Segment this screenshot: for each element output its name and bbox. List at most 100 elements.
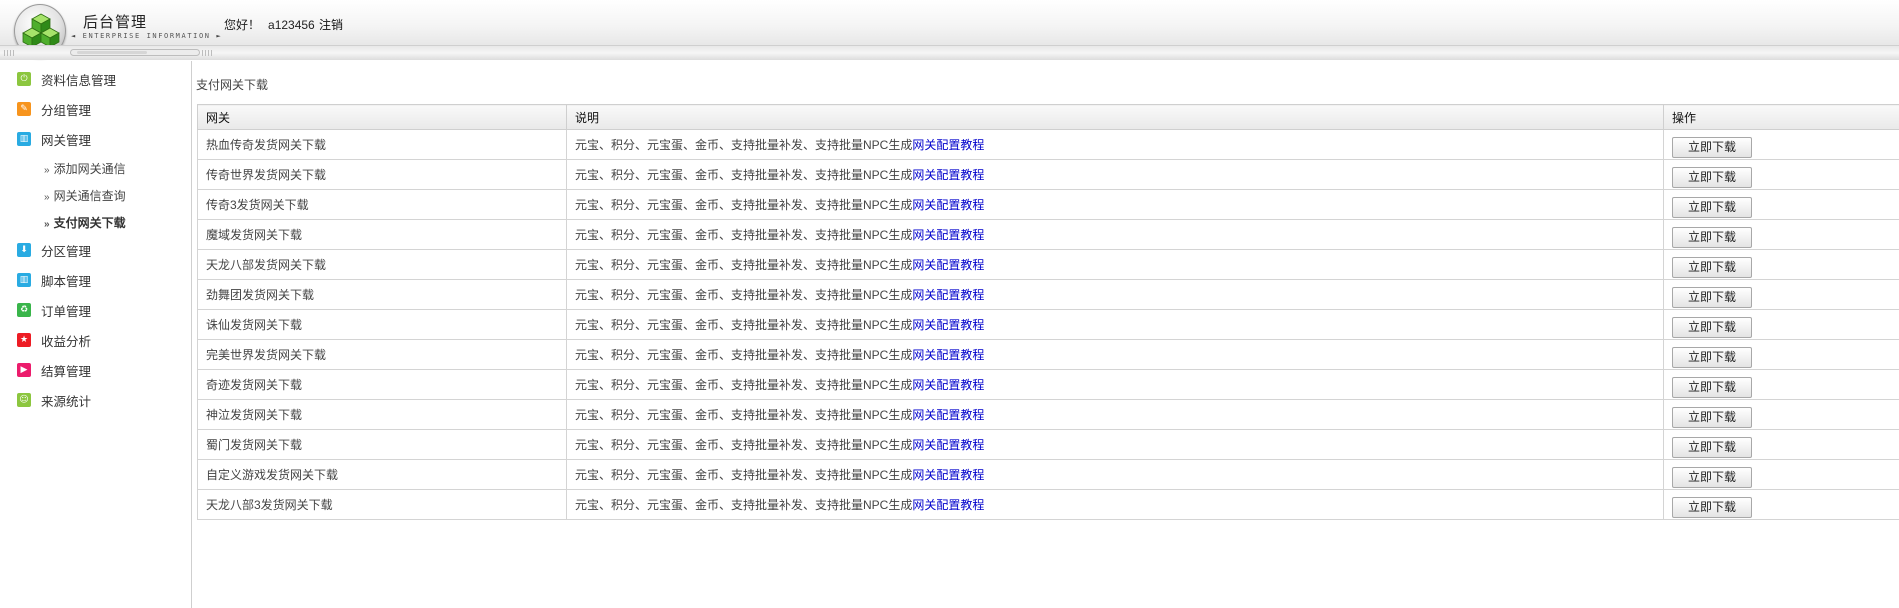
- description-cell: 元宝、积分、元宝蛋、金币、支持批量补发、支持批量NPC生成网关配置教程: [566, 219, 1664, 250]
- tutorial-link[interactable]: 网关配置教程: [912, 498, 984, 512]
- brand-subtitle-text: ENTERPRISE INFORMATION: [82, 32, 211, 40]
- username: a123456: [268, 18, 315, 32]
- sidebar-item-zones[interactable]: ⬇ 分区管理: [17, 241, 91, 259]
- table-row: 传奇世界发货网关下载 元宝、积分、元宝蛋、金币、支持批量补发、支持批量NPC生成网…: [197, 159, 1899, 190]
- gateway-name-cell: 天龙八部3发货网关下载: [197, 489, 567, 520]
- tutorial-link[interactable]: 网关配置教程: [912, 198, 984, 212]
- download-button[interactable]: 立即下载: [1672, 436, 1752, 458]
- smiley-icon: ☺: [17, 393, 31, 407]
- table-row: 劲舞团发货网关下载 元宝、积分、元宝蛋、金币、支持批量补发、支持批量NPC生成网关…: [197, 279, 1899, 310]
- tutorial-link[interactable]: 网关配置教程: [912, 318, 984, 332]
- left-triangle-icon: ◄: [71, 32, 77, 40]
- download-button[interactable]: 立即下载: [1672, 286, 1752, 308]
- sidebar-subitem-add-gateway[interactable]: » 添加网关通信: [44, 160, 126, 176]
- subitem-label: 添加网关通信: [53, 162, 126, 176]
- download-button[interactable]: 立即下载: [1672, 346, 1752, 368]
- tutorial-link[interactable]: 网关配置教程: [912, 408, 984, 422]
- table-row: 奇迹发货网关下载 元宝、积分、元宝蛋、金币、支持批量补发、支持批量NPC生成网关配…: [197, 369, 1899, 400]
- download-button[interactable]: 立即下载: [1672, 466, 1752, 488]
- sidebar-item-scripts[interactable]: ▥ 脚本管理: [17, 271, 91, 289]
- download-button[interactable]: 立即下载: [1672, 136, 1752, 158]
- action-cell: 立即下载: [1663, 189, 1899, 220]
- gateway-name-cell: 劲舞团发货网关下载: [197, 279, 567, 310]
- action-cell: 立即下载: [1663, 219, 1899, 250]
- gateway-name-cell: 天龙八部发货网关下载: [197, 249, 567, 280]
- description-cell: 元宝、积分、元宝蛋、金币、支持批量补发、支持批量NPC生成网关配置教程: [566, 279, 1664, 310]
- greeting: 您好！ a123456: [224, 16, 323, 33]
- table-row: 诛仙发货网关下载 元宝、积分、元宝蛋、金币、支持批量补发、支持批量NPC生成网关配…: [197, 309, 1899, 340]
- grid-icon: ▥: [17, 132, 31, 146]
- gateway-name-cell: 热血传奇发货网关下载: [197, 129, 567, 160]
- gateway-name-cell: 神泣发货网关下载: [197, 399, 567, 430]
- tutorial-link[interactable]: 网关配置教程: [912, 168, 984, 182]
- table-body: 热血传奇发货网关下载 元宝、积分、元宝蛋、金币、支持批量补发、支持批量NPC生成网…: [197, 129, 1899, 520]
- play-icon: ▶: [17, 363, 31, 377]
- action-cell: 立即下载: [1663, 339, 1899, 370]
- action-cell: 立即下载: [1663, 309, 1899, 340]
- download-button[interactable]: 立即下载: [1672, 376, 1752, 398]
- description-text: 元宝、积分、元宝蛋、金币、支持批量补发、支持批量NPC生成: [575, 198, 913, 212]
- download-button[interactable]: 立即下载: [1672, 316, 1752, 338]
- gateway-name-cell: 完美世界发货网关下载: [197, 339, 567, 370]
- table-row: 魔域发货网关下载 元宝、积分、元宝蛋、金币、支持批量补发、支持批量NPC生成网关配…: [197, 219, 1899, 250]
- table-row: 完美世界发货网关下载 元宝、积分、元宝蛋、金币、支持批量补发、支持批量NPC生成网…: [197, 339, 1899, 370]
- sidebar-item-profile[interactable]: ⏻ 资料信息管理: [17, 70, 116, 88]
- sidebar-subitem-query-gateway[interactable]: » 网关通信查询: [44, 187, 126, 203]
- double-chevron-icon: »: [44, 165, 50, 176]
- action-cell: 立即下载: [1663, 399, 1899, 430]
- sidebar-item-revenue[interactable]: ★ 收益分析: [17, 331, 91, 349]
- download-button[interactable]: 立即下载: [1672, 226, 1752, 248]
- sidebar-item-groups[interactable]: ✎ 分组管理: [17, 100, 91, 118]
- description-cell: 元宝、积分、元宝蛋、金币、支持批量补发、支持批量NPC生成网关配置教程: [566, 429, 1664, 460]
- description-text: 元宝、积分、元宝蛋、金币、支持批量补发、支持批量NPC生成: [575, 318, 913, 332]
- action-cell: 立即下载: [1663, 429, 1899, 460]
- sidebar-item-orders[interactable]: ♻ 订单管理: [17, 301, 91, 319]
- action-cell: 立即下载: [1663, 459, 1899, 490]
- description-cell: 元宝、积分、元宝蛋、金币、支持批量补发、支持批量NPC生成网关配置教程: [566, 189, 1664, 220]
- greeting-text: 您好！: [224, 18, 261, 32]
- brand-title: 后台管理: [83, 13, 148, 31]
- table-row: 天龙八部发货网关下载 元宝、积分、元宝蛋、金币、支持批量补发、支持批量NPC生成网…: [197, 249, 1899, 280]
- tutorial-link[interactable]: 网关配置教程: [912, 378, 984, 392]
- tutorial-link[interactable]: 网关配置教程: [912, 438, 984, 452]
- header-scrollbar-thumb: [77, 51, 147, 54]
- download-arrow-icon: ⬇: [17, 243, 31, 257]
- sidebar-item-label: 资料信息管理: [41, 73, 117, 88]
- gateway-name-cell: 自定义游戏发货网关下载: [197, 459, 567, 490]
- sidebar-item-label: 收益分析: [41, 334, 92, 349]
- download-button[interactable]: 立即下载: [1672, 166, 1752, 188]
- description-text: 元宝、积分、元宝蛋、金币、支持批量补发、支持批量NPC生成: [575, 138, 913, 152]
- column-header-description: 说明: [566, 104, 1664, 130]
- sidebar-subitem-download-gateway[interactable]: » 支付网关下载: [44, 214, 126, 230]
- table-row: 神泣发货网关下载 元宝、积分、元宝蛋、金币、支持批量补发、支持批量NPC生成网关配…: [197, 399, 1899, 430]
- grip-right-icon: [202, 50, 214, 56]
- tutorial-link[interactable]: 网关配置教程: [912, 138, 984, 152]
- action-cell: 立即下载: [1663, 249, 1899, 280]
- table-row: 热血传奇发货网关下载 元宝、积分、元宝蛋、金币、支持批量补发、支持批量NPC生成网…: [197, 129, 1899, 160]
- download-button[interactable]: 立即下载: [1672, 406, 1752, 428]
- download-button[interactable]: 立即下载: [1672, 496, 1752, 518]
- table-row: 自定义游戏发货网关下载 元宝、积分、元宝蛋、金币、支持批量补发、支持批量NPC生成…: [197, 459, 1899, 490]
- tutorial-link[interactable]: 网关配置教程: [912, 288, 984, 302]
- tutorial-link[interactable]: 网关配置教程: [912, 228, 984, 242]
- tutorial-link[interactable]: 网关配置教程: [912, 258, 984, 272]
- sidebar-item-label: 来源统计: [41, 394, 92, 409]
- sidebar-item-label: 网关管理: [41, 133, 92, 148]
- sidebar-item-settlement[interactable]: ▶ 结算管理: [17, 361, 91, 379]
- download-button[interactable]: 立即下载: [1672, 256, 1752, 278]
- brand-subtitle: ◄ ENTERPRISE INFORMATION ►: [71, 32, 222, 40]
- sidebar-item-label: 脚本管理: [41, 274, 92, 289]
- description-text: 元宝、积分、元宝蛋、金币、支持批量补发、支持批量NPC生成: [575, 288, 913, 302]
- description-text: 元宝、积分、元宝蛋、金币、支持批量补发、支持批量NPC生成: [575, 498, 913, 512]
- description-text: 元宝、积分、元宝蛋、金币、支持批量补发、支持批量NPC生成: [575, 168, 913, 182]
- logout-link[interactable]: 注销: [319, 16, 343, 33]
- tutorial-link[interactable]: 网关配置教程: [912, 468, 984, 482]
- tutorial-link[interactable]: 网关配置教程: [912, 348, 984, 362]
- description-cell: 元宝、积分、元宝蛋、金币、支持批量补发、支持批量NPC生成网关配置教程: [566, 159, 1664, 190]
- description-text: 元宝、积分、元宝蛋、金币、支持批量补发、支持批量NPC生成: [575, 258, 913, 272]
- right-triangle-icon: ►: [216, 32, 223, 40]
- download-button[interactable]: 立即下载: [1672, 196, 1752, 218]
- sidebar-item-gateways[interactable]: ▥ 网关管理: [17, 130, 91, 148]
- description-cell: 元宝、积分、元宝蛋、金币、支持批量补发、支持批量NPC生成网关配置教程: [566, 309, 1664, 340]
- sidebar-item-sources[interactable]: ☺ 来源统计: [17, 391, 91, 409]
